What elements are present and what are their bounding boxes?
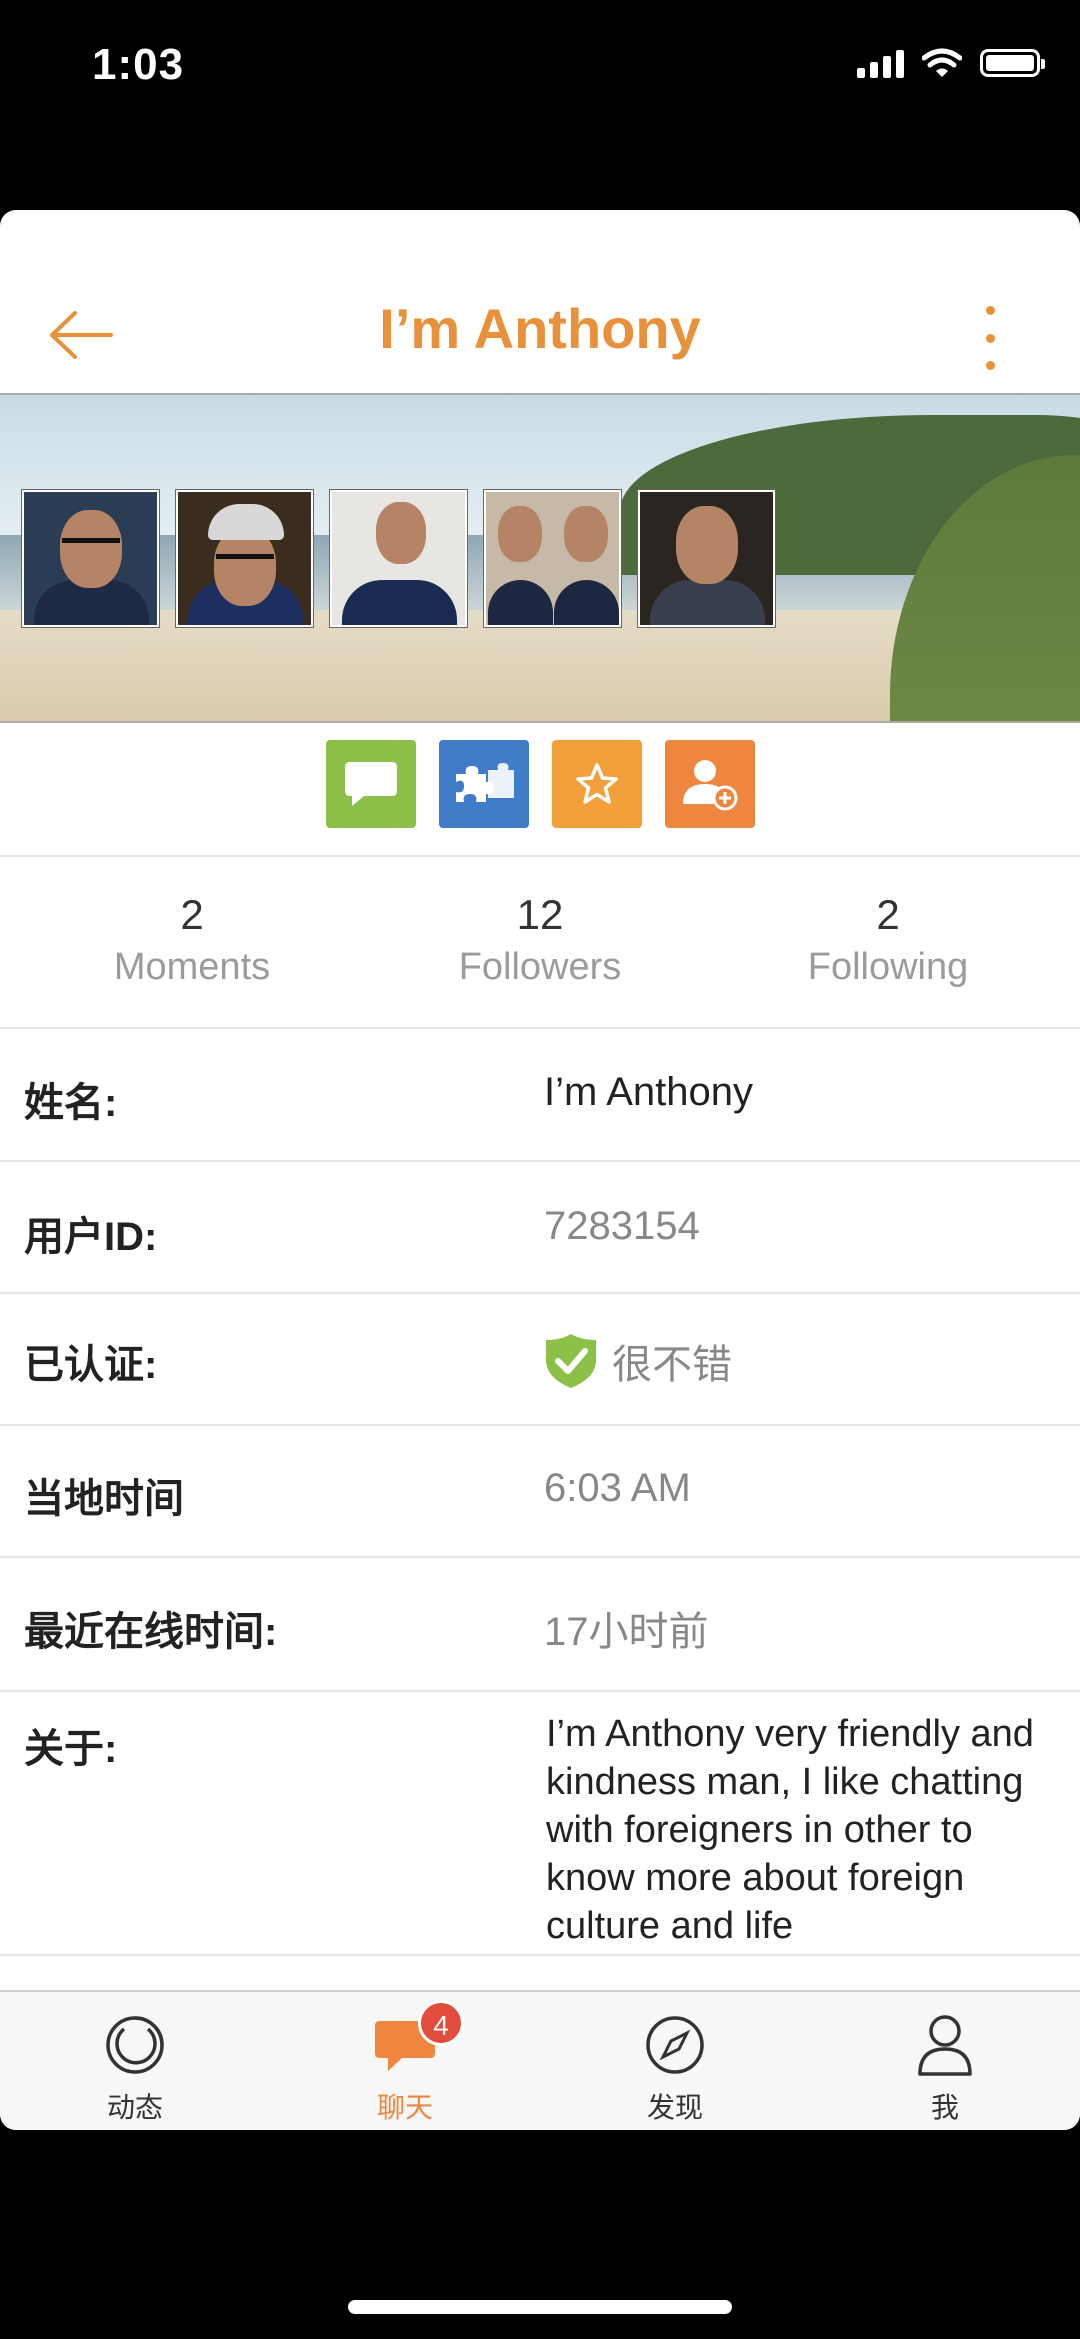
action-buttons (0, 740, 1080, 828)
compass-icon (646, 2016, 704, 2074)
home-indicator[interactable] (348, 2300, 732, 2314)
screen: 1:03 I’m Anthony 2 Moments 12 Followers … (0, 0, 1080, 2339)
stat-followers[interactable]: 12 Followers (360, 890, 720, 994)
battery-icon (980, 49, 1045, 77)
tab-discover[interactable]: 发现 (540, 2010, 810, 2126)
divider (0, 1027, 1080, 1029)
divider (0, 1292, 1080, 1294)
star-icon (575, 763, 618, 804)
verified-value: 很不错 (544, 1332, 732, 1390)
more-dot-icon (985, 361, 995, 370)
more-options-button[interactable] (970, 298, 1010, 378)
add-user-icon (682, 760, 737, 811)
stat-following[interactable]: 2 Following (708, 890, 1068, 994)
page-title: I’m Anthony (379, 297, 701, 360)
wifi-icon (922, 48, 962, 77)
divider (0, 855, 1080, 857)
about-text: I’m Anthony very friendly and kindness m… (546, 1713, 1034, 1947)
unread-badge: 4 (418, 2000, 464, 2046)
profile-photo[interactable] (22, 490, 159, 627)
info-value: 很不错 (612, 1343, 732, 1387)
info-label: 关于: (24, 1727, 118, 1771)
info-value: I’m Anthony (544, 1070, 754, 1114)
divider (0, 1556, 1080, 1558)
more-dot-icon (985, 306, 995, 315)
tab-label: 动态 (106, 2092, 163, 2123)
profile-sheet: I’m Anthony 2 Moments 12 Followers 2 Fol… (0, 210, 1080, 2130)
info-label: 最近在线时间: (24, 1610, 278, 1654)
divider (0, 1424, 1080, 1426)
puzzle-icon (455, 763, 514, 802)
profile-photo[interactable] (176, 490, 313, 627)
divider (0, 1954, 1080, 1956)
puzzle-button[interactable] (438, 740, 529, 828)
moments-icon (106, 2016, 164, 2074)
message-button[interactable] (325, 740, 416, 828)
info-value: 17小时前 (544, 1610, 709, 1654)
info-label: 姓名: (24, 1081, 118, 1125)
signal-icon (857, 48, 904, 78)
header: I’m Anthony (0, 210, 1080, 395)
stat-label: Moments (113, 946, 271, 988)
stat-label: Followers (458, 946, 622, 988)
divider (0, 1160, 1080, 1162)
info-label: 已认证: (24, 1343, 158, 1387)
tab-moments[interactable]: 动态 (0, 2010, 270, 2126)
profile-photo[interactable] (638, 490, 775, 627)
info-label: 用户ID: (24, 1215, 158, 1259)
status-bar: 1:03 (0, 0, 1080, 130)
tab-me[interactable]: 我 (810, 2010, 1080, 2126)
stat-value: 12 (516, 891, 564, 938)
photo-strip (22, 490, 775, 627)
more-dot-icon (985, 333, 995, 343)
profile-photo[interactable] (330, 490, 467, 627)
stats-bar: 2 Moments 12 Followers 2 Following (0, 890, 1080, 1020)
stat-value: 2 (876, 891, 900, 938)
info-value: 7283154 (544, 1204, 700, 1248)
person-icon (918, 2015, 972, 2076)
chat-bubble-icon (344, 762, 397, 806)
info-label: 当地时间 (24, 1477, 184, 1521)
add-friend-button[interactable] (664, 740, 755, 828)
tab-label: 聊天 (376, 2092, 433, 2123)
tab-chat[interactable]: 4 聊天 (270, 2000, 540, 2126)
stat-value: 2 (180, 891, 204, 938)
tab-label: 发现 (646, 2092, 703, 2123)
divider (0, 1690, 1080, 1692)
status-icons (857, 48, 1045, 78)
tab-bar: 动态 4 聊天 发现 我 (0, 1990, 1080, 2130)
info-value: 6:03 AM (544, 1466, 691, 1510)
stat-label: Following (807, 946, 969, 988)
favorite-button[interactable] (551, 740, 642, 828)
profile-photo[interactable] (484, 490, 621, 627)
verified-shield-icon (546, 1334, 596, 1388)
cover-banner (0, 393, 1080, 723)
stat-moments[interactable]: 2 Moments (12, 890, 372, 994)
status-time: 1:03 (92, 40, 185, 89)
tab-label: 我 (930, 2092, 959, 2123)
